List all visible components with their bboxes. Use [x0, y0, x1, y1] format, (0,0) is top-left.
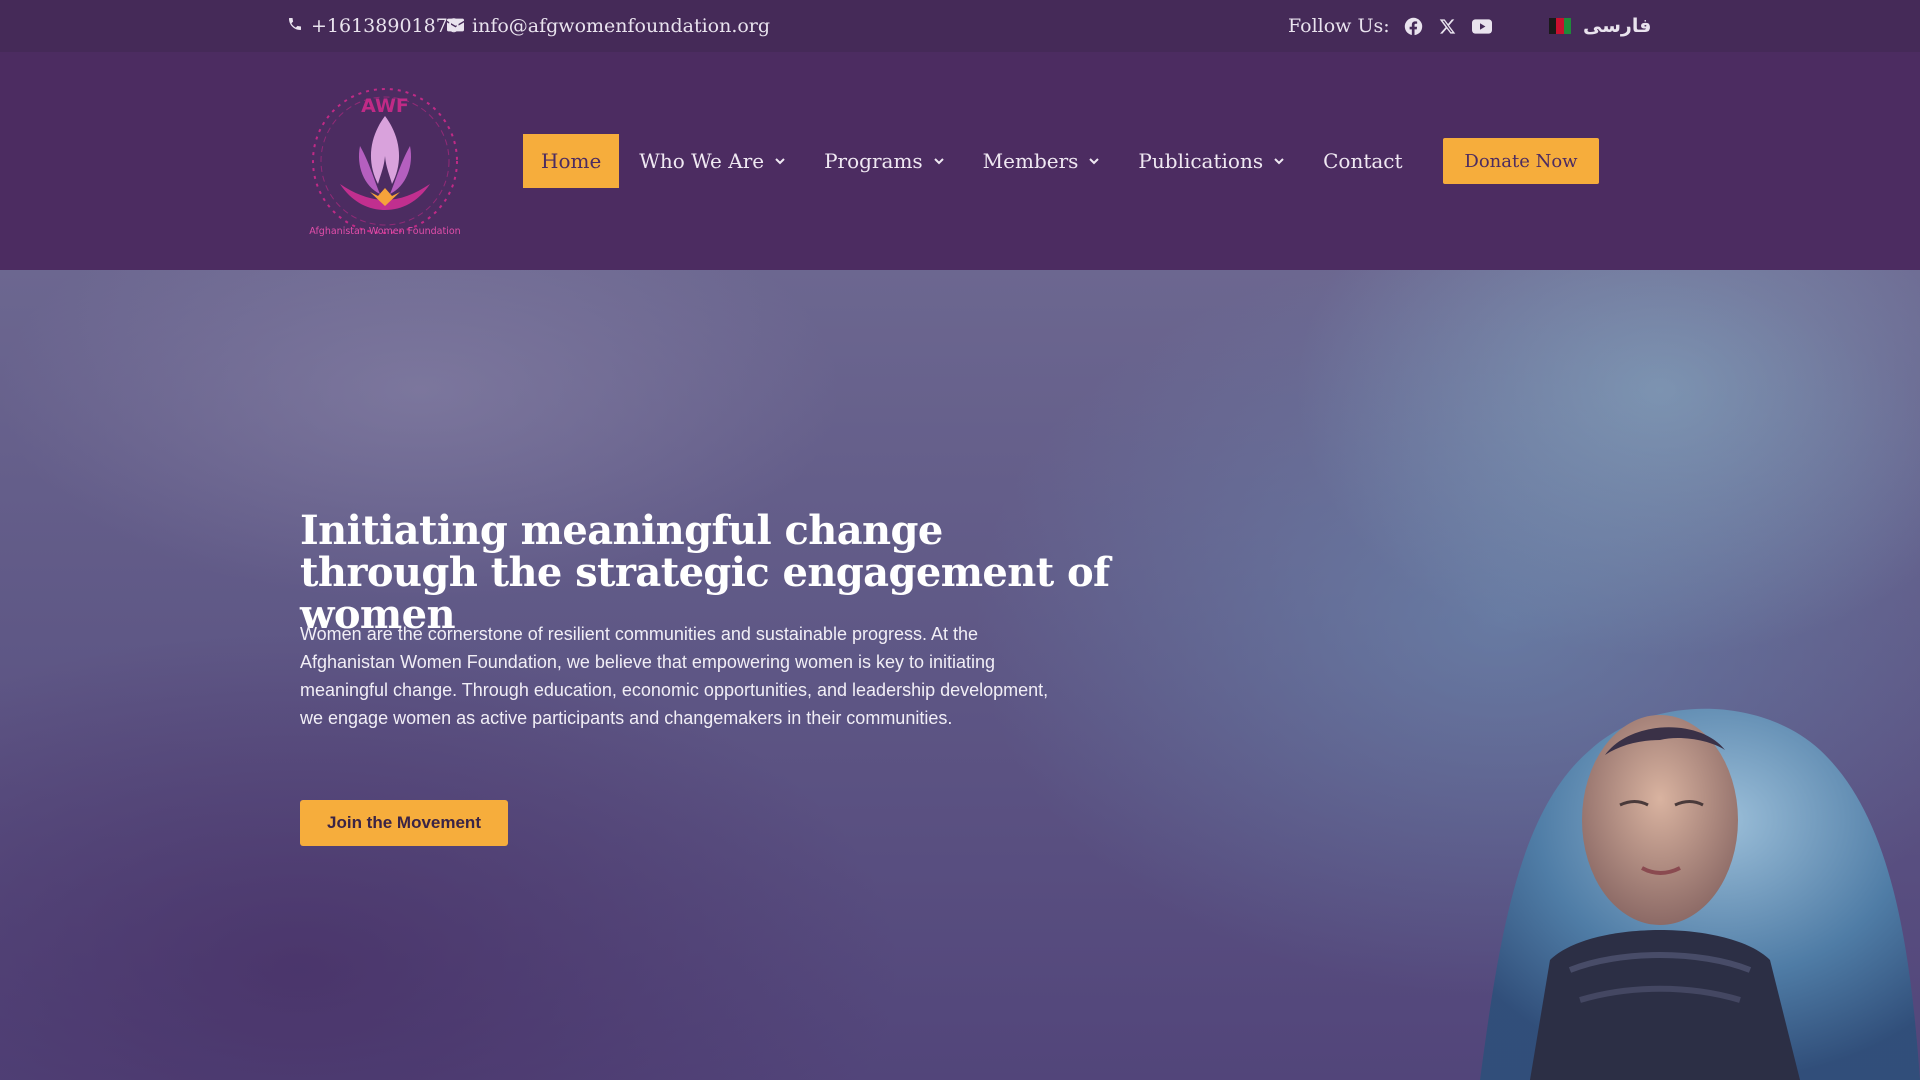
donate-button[interactable]: Donate Now: [1443, 138, 1599, 184]
x-icon[interactable]: [1438, 16, 1458, 36]
phone-number[interactable]: +16138901870: [311, 15, 460, 37]
email-contact[interactable]: info@afgwomenfoundation.org: [447, 0, 770, 52]
awf-logo[interactable]: AWF Afghanistan Women Foundation: [300, 76, 470, 246]
hero-image: [1480, 708, 1920, 1080]
nav-home-label: Home: [541, 149, 602, 173]
logo-acronym: AWF: [361, 95, 409, 117]
nav-publications[interactable]: Publications: [1120, 134, 1303, 188]
chevron-down-icon: [1273, 155, 1285, 167]
phone-contact[interactable]: +16138901870: [287, 0, 460, 52]
nav-members[interactable]: Members: [965, 134, 1119, 188]
facebook-icon[interactable]: [1404, 16, 1424, 36]
nav-who-we-are-label: Who We Are: [639, 149, 765, 173]
language-switcher[interactable]: فارسی: [1549, 0, 1651, 52]
top-bar: +16138901870 info@afgwomenfoundation.org…: [0, 0, 1920, 52]
youtube-icon[interactable]: [1471, 16, 1492, 36]
hero-description: Women are the cornerstone of resilient c…: [300, 624, 1049, 728]
email-address[interactable]: info@afgwomenfoundation.org: [472, 15, 770, 37]
main-nav: Home Who We Are Programs Members Publica…: [523, 134, 1423, 188]
hero-section: Initiating meaningful change through the…: [0, 270, 1920, 1080]
join-movement-button[interactable]: Join the Movement: [300, 800, 508, 846]
nav-contact-label: Contact: [1323, 149, 1403, 173]
social-links: Follow Us:: [1288, 0, 1492, 52]
phone-icon: [287, 15, 303, 37]
hero-title: Initiating meaningful change through the…: [300, 507, 1110, 638]
chevron-down-icon: [933, 155, 945, 167]
afghanistan-flag-icon: [1549, 18, 1571, 34]
envelope-icon: [447, 15, 464, 37]
nav-home[interactable]: Home: [523, 134, 620, 188]
nav-publications-label: Publications: [1138, 149, 1264, 173]
language-label[interactable]: فارسی: [1583, 15, 1651, 37]
nav-members-label: Members: [982, 149, 1079, 173]
chevron-down-icon: [1088, 155, 1100, 167]
nav-contact[interactable]: Contact: [1305, 134, 1420, 188]
nav-programs-label: Programs: [824, 149, 923, 173]
logo-name: Afghanistan Women Foundation: [309, 226, 460, 237]
follow-us-label: Follow Us:: [1288, 15, 1390, 37]
site-header: AWF Afghanistan Women Foundation Home Wh…: [0, 52, 1920, 270]
chevron-down-icon: [774, 155, 786, 167]
nav-who-we-are[interactable]: Who We Are: [621, 134, 804, 188]
nav-programs[interactable]: Programs: [806, 134, 963, 188]
